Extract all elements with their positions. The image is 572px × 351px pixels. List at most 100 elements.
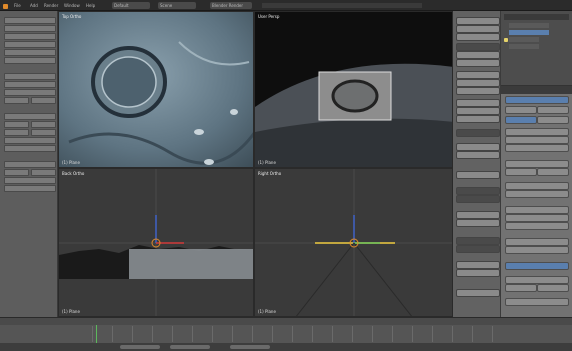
property-field[interactable] bbox=[505, 128, 569, 136]
checkbox-row[interactable] bbox=[456, 237, 500, 245]
number-field[interactable] bbox=[456, 289, 500, 297]
menu-render[interactable]: Render bbox=[44, 2, 58, 9]
playhead[interactable] bbox=[96, 325, 97, 343]
outliner-header bbox=[504, 14, 569, 20]
tool-button[interactable] bbox=[4, 113, 56, 120]
tool-button[interactable] bbox=[31, 121, 56, 128]
viewport-user-persp[interactable]: User Persp (1) Plane bbox=[254, 11, 453, 168]
timeline-ruler[interactable] bbox=[92, 326, 502, 342]
tool-button[interactable] bbox=[4, 137, 56, 144]
tool-button[interactable] bbox=[4, 97, 29, 104]
number-field[interactable] bbox=[456, 261, 500, 269]
tool-button[interactable] bbox=[4, 185, 56, 192]
scene-select[interactable]: Scene bbox=[158, 2, 196, 9]
tool-button[interactable] bbox=[4, 121, 29, 128]
property-button-active[interactable] bbox=[505, 116, 537, 124]
tool-button[interactable] bbox=[4, 177, 56, 184]
tool-button[interactable] bbox=[4, 25, 56, 32]
number-field[interactable] bbox=[456, 171, 500, 179]
timeline[interactable] bbox=[0, 317, 572, 343]
menu-window[interactable]: Window bbox=[64, 2, 80, 9]
outliner bbox=[501, 11, 572, 86]
tool-button[interactable] bbox=[4, 89, 56, 96]
current-frame-field[interactable] bbox=[230, 345, 270, 349]
number-field[interactable] bbox=[456, 107, 500, 115]
tool-button[interactable] bbox=[4, 73, 56, 80]
number-field[interactable] bbox=[456, 17, 500, 25]
number-field[interactable] bbox=[456, 151, 500, 159]
tool-button[interactable] bbox=[4, 49, 56, 56]
property-field[interactable] bbox=[505, 206, 569, 214]
tool-button[interactable] bbox=[31, 169, 56, 176]
outliner-item[interactable] bbox=[509, 44, 539, 49]
number-field[interactable] bbox=[456, 71, 500, 79]
checkbox-row[interactable] bbox=[456, 187, 500, 195]
property-field[interactable] bbox=[505, 222, 569, 230]
tool-button[interactable] bbox=[4, 145, 56, 152]
number-field[interactable] bbox=[456, 99, 500, 107]
property-field-active[interactable] bbox=[505, 262, 569, 270]
tool-button[interactable] bbox=[4, 161, 56, 168]
outliner-item[interactable] bbox=[509, 37, 539, 42]
property-field[interactable] bbox=[505, 144, 569, 152]
viewport-right-ortho[interactable]: Right Ortho (1) Plane bbox=[254, 168, 453, 317]
tool-button[interactable] bbox=[4, 169, 29, 176]
tool-button[interactable] bbox=[4, 129, 29, 136]
property-field[interactable] bbox=[505, 238, 569, 246]
menu-add[interactable]: Add bbox=[30, 2, 38, 9]
number-field[interactable] bbox=[456, 59, 500, 67]
property-field[interactable] bbox=[505, 182, 569, 190]
number-field[interactable] bbox=[456, 269, 500, 277]
property-button[interactable] bbox=[537, 116, 569, 124]
frame-end-field[interactable] bbox=[170, 345, 210, 349]
active-tab[interactable] bbox=[505, 96, 569, 104]
lamp-icon bbox=[504, 37, 508, 42]
viewport-top-ortho[interactable]: Top Ortho (1) Plane bbox=[58, 11, 254, 168]
properties-tabs bbox=[501, 86, 572, 94]
outliner-item[interactable] bbox=[509, 23, 549, 28]
number-field[interactable] bbox=[456, 143, 500, 151]
timeline-header bbox=[0, 318, 572, 325]
blender-logo-icon[interactable] bbox=[3, 2, 8, 9]
property-field[interactable] bbox=[537, 168, 569, 176]
menu-help[interactable]: Help bbox=[86, 2, 95, 9]
property-field[interactable] bbox=[505, 298, 569, 306]
tool-button[interactable] bbox=[4, 41, 56, 48]
render-engine-select[interactable]: Blender Render bbox=[210, 2, 252, 9]
number-field[interactable] bbox=[456, 51, 500, 59]
viewport-back-ortho[interactable]: Back Ortho (1) Plane bbox=[58, 168, 254, 317]
menu-file[interactable]: File bbox=[14, 2, 21, 9]
number-field[interactable] bbox=[456, 79, 500, 87]
number-field[interactable] bbox=[456, 33, 500, 41]
number-field[interactable] bbox=[456, 87, 500, 95]
property-field[interactable] bbox=[505, 190, 569, 198]
number-field[interactable] bbox=[456, 219, 500, 227]
viewport-title: Top Ortho bbox=[62, 14, 82, 19]
tool-button[interactable] bbox=[4, 33, 56, 40]
property-field[interactable] bbox=[505, 246, 569, 254]
property-button[interactable] bbox=[537, 106, 569, 114]
number-field[interactable] bbox=[456, 25, 500, 33]
property-field[interactable] bbox=[505, 136, 569, 144]
property-field[interactable] bbox=[505, 168, 537, 176]
property-field[interactable] bbox=[537, 284, 569, 292]
tool-button[interactable] bbox=[4, 57, 56, 64]
property-field[interactable] bbox=[505, 284, 537, 292]
tool-button[interactable] bbox=[4, 17, 56, 24]
property-field[interactable] bbox=[505, 160, 569, 168]
number-field[interactable] bbox=[456, 211, 500, 219]
layout-select[interactable]: Default bbox=[112, 2, 150, 9]
property-field[interactable] bbox=[505, 276, 569, 284]
checkbox-row[interactable] bbox=[456, 245, 500, 253]
property-button[interactable] bbox=[505, 106, 537, 114]
number-field[interactable] bbox=[456, 43, 500, 51]
checkbox-row[interactable] bbox=[456, 195, 500, 203]
number-field[interactable] bbox=[456, 115, 500, 123]
checkbox-row[interactable] bbox=[456, 129, 500, 137]
tool-button[interactable] bbox=[31, 97, 56, 104]
tool-button[interactable] bbox=[31, 129, 56, 136]
frame-start-field[interactable] bbox=[120, 345, 160, 349]
outliner-item-selected[interactable] bbox=[509, 30, 549, 35]
property-field[interactable] bbox=[505, 214, 569, 222]
tool-button[interactable] bbox=[4, 81, 56, 88]
